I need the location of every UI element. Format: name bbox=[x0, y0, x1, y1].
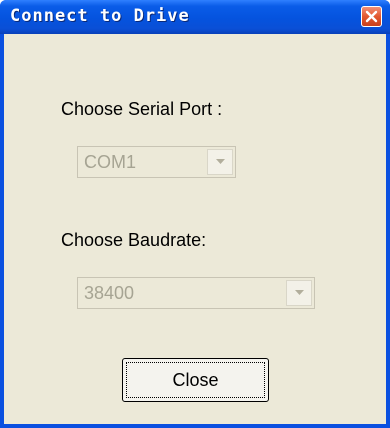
close-button[interactable]: Close bbox=[122, 358, 269, 402]
baudrate-value: 38400 bbox=[84, 283, 135, 303]
chevron-down-icon bbox=[295, 290, 304, 295]
serial-port-label: Choose Serial Port : bbox=[61, 99, 223, 119]
serial-port-dropdown[interactable]: COM1 bbox=[77, 146, 236, 178]
chevron-down-icon bbox=[216, 159, 225, 164]
baudrate-dropdown-button[interactable] bbox=[286, 280, 312, 306]
baudrate-label: Choose Baudrate: bbox=[61, 230, 207, 250]
close-icon bbox=[365, 10, 378, 23]
window-title: Connect to Drive bbox=[10, 6, 190, 26]
dialog-body: Choose Serial Port : COM1 Choose Baudrat… bbox=[4, 34, 386, 424]
title-bar[interactable]: Connect to Drive bbox=[0, 0, 390, 34]
connect-dialog: Connect to Drive Choose Serial Port : CO… bbox=[0, 0, 390, 428]
window-close-button[interactable] bbox=[361, 6, 382, 27]
serial-port-value: COM1 bbox=[84, 152, 137, 172]
close-button-label: Close bbox=[172, 370, 219, 390]
serial-port-dropdown-button[interactable] bbox=[207, 149, 233, 175]
baudrate-dropdown[interactable]: 38400 bbox=[77, 277, 315, 309]
